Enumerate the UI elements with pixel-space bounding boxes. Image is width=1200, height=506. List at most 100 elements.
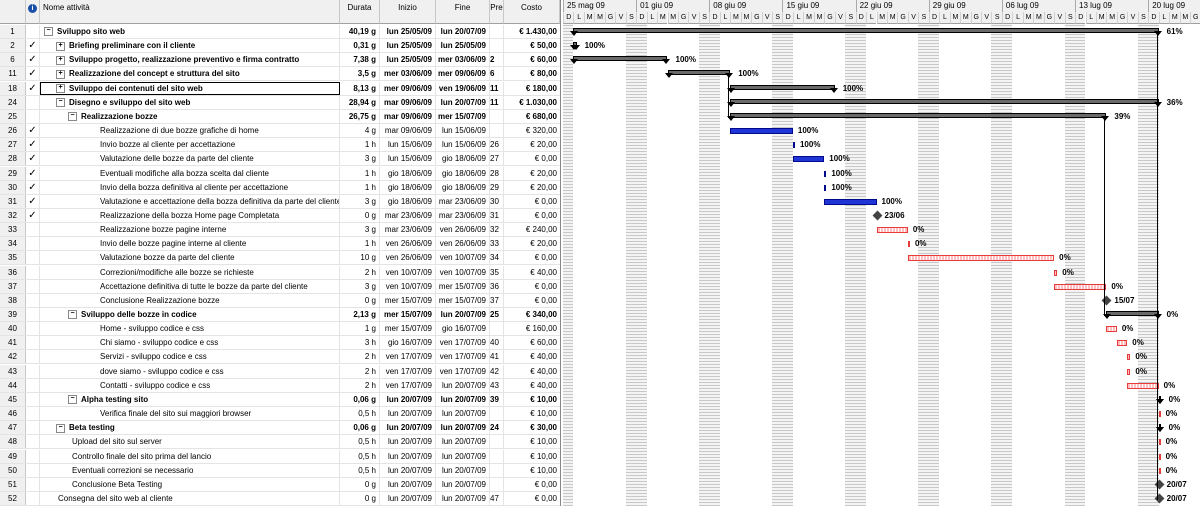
task-bar[interactable]: [792, 156, 825, 163]
task-row[interactable]: 35 Valutazione bozze da parte del cliente…: [0, 251, 560, 266]
task-row[interactable]: 18 ✓ + Sviluppo dei contenuti del sito web 8…: [0, 81, 560, 96]
row-id[interactable]: 35: [0, 251, 26, 265]
cost-cell[interactable]: € 30,00: [504, 421, 560, 434]
predecessor-cell[interactable]: 25: [490, 308, 504, 321]
collapse-icon[interactable]: −: [68, 395, 77, 405]
row-id[interactable]: 48: [0, 435, 26, 449]
finish-cell[interactable]: mar 23/06/09: [436, 208, 490, 222]
duration-cell[interactable]: 0,5 h: [340, 407, 380, 421]
task-row[interactable]: 50 Eventuali correzioni se necessario 0,5 …: [0, 463, 560, 478]
row-id[interactable]: 46: [0, 407, 26, 421]
collapse-icon[interactable]: −: [44, 27, 53, 37]
task-row[interactable]: 38 Conclusione Realizzazione bozze 0 g mer …: [0, 293, 560, 308]
task-row[interactable]: 43 dove siamo - sviluppo codice e css 2 hv…: [0, 364, 560, 379]
finish-cell[interactable]: ven 26/06/09: [436, 237, 490, 251]
task-row[interactable]: 11 ✓ + Realizzazione del concept e struttur…: [0, 67, 560, 82]
expand-icon[interactable]: +: [56, 41, 65, 51]
row-id[interactable]: 47: [0, 421, 26, 435]
start-cell[interactable]: lun 25/05/09: [380, 25, 436, 38]
finish-column-header[interactable]: Fine: [436, 0, 490, 24]
row-id[interactable]: 30: [0, 180, 26, 194]
task-bar[interactable]: [1054, 283, 1107, 290]
task-row[interactable]: 2 ✓ + Briefing preliminare con il cliente 0,…: [0, 39, 560, 54]
predecessor-cell[interactable]: 30: [490, 194, 504, 208]
duration-cell[interactable]: 3 g: [340, 152, 380, 166]
duration-cell[interactable]: 1 h: [340, 237, 380, 251]
row-id[interactable]: 36: [0, 265, 26, 279]
finish-cell[interactable]: mer 09/06/09: [436, 67, 490, 81]
row-id[interactable]: 44: [0, 378, 26, 392]
duration-cell[interactable]: 3 g: [340, 223, 380, 237]
predecessor-cell[interactable]: [490, 435, 504, 449]
cost-cell[interactable]: € 180,00: [504, 82, 560, 95]
predecessor-cell[interactable]: [490, 477, 504, 491]
finish-cell[interactable]: ven 17/07/09: [436, 364, 490, 378]
summary-bar[interactable]: [664, 70, 733, 79]
start-cell[interactable]: mar 09/06/09: [380, 124, 436, 138]
task-bar[interactable]: [1158, 467, 1161, 474]
task-name[interactable]: − Beta testing: [40, 421, 340, 435]
finish-cell[interactable]: ven 26/06/09: [436, 223, 490, 237]
finish-cell[interactable]: mar 23/06/09: [436, 194, 490, 208]
finish-cell[interactable]: lun 15/06/09: [436, 124, 490, 138]
start-cell[interactable]: mar 23/06/09: [380, 208, 436, 222]
start-cell[interactable]: mar 09/06/09: [380, 95, 436, 109]
predecessor-cell[interactable]: 35: [490, 265, 504, 279]
row-id[interactable]: 6: [0, 53, 26, 67]
task-bar[interactable]: [1127, 368, 1131, 375]
task-row[interactable]: 33 Realizzazione bozze pagine interne 3 gm…: [0, 223, 560, 238]
duration-cell[interactable]: 0,5 h: [340, 463, 380, 477]
task-bar[interactable]: [792, 142, 795, 149]
duration-cell[interactable]: 0,5 h: [340, 449, 380, 463]
task-bar[interactable]: [1116, 340, 1128, 347]
duration-cell[interactable]: 10 g: [340, 251, 380, 265]
predecessor-cell[interactable]: 42: [490, 364, 504, 378]
row-id[interactable]: 1: [0, 25, 26, 38]
task-name[interactable]: − Realizzazione bozze: [40, 109, 340, 123]
finish-cell[interactable]: lun 20/07/09: [436, 477, 490, 491]
duration-cell[interactable]: 3 h: [340, 336, 380, 350]
cost-column-header[interactable]: Costo: [504, 0, 560, 24]
row-id[interactable]: 37: [0, 279, 26, 293]
row-id[interactable]: 33: [0, 223, 26, 237]
collapse-icon[interactable]: −: [56, 98, 65, 108]
predecessor-cell[interactable]: 2: [490, 53, 504, 67]
duration-cell[interactable]: 7,38 g: [340, 53, 380, 67]
row-id[interactable]: 38: [0, 293, 26, 307]
task-row[interactable]: 30 ✓ Invio della bozza definitiva al clien…: [0, 180, 560, 195]
start-cell[interactable]: mar 09/06/09: [380, 109, 436, 123]
row-id[interactable]: 49: [0, 449, 26, 463]
cost-cell[interactable]: € 10,00: [504, 450, 560, 463]
task-bar[interactable]: [1158, 411, 1161, 418]
predecessor-cell[interactable]: 11: [490, 95, 504, 109]
row-id[interactable]: 29: [0, 166, 26, 180]
task-name[interactable]: Realizzazione della bozza Home page Comp…: [40, 208, 340, 222]
task-bar[interactable]: [824, 170, 827, 177]
finish-cell[interactable]: mer 03/06/09: [436, 53, 490, 67]
row-id[interactable]: 25: [0, 109, 26, 123]
duration-cell[interactable]: 3,5 g: [340, 67, 380, 81]
task-bar[interactable]: [730, 128, 793, 135]
duration-cell[interactable]: 0 g: [340, 491, 380, 505]
cost-cell[interactable]: € 80,00: [504, 67, 560, 80]
task-name[interactable]: Contatti - sviluppo codice e css: [40, 378, 340, 392]
task-name[interactable]: Accettazione definitiva di tutte le bozz…: [40, 279, 340, 293]
summary-bar[interactable]: [570, 42, 580, 51]
task-row[interactable]: 34 Invio delle bozze pagine interne al cl…: [0, 237, 560, 252]
predecessor-cell[interactable]: [490, 25, 504, 38]
row-id[interactable]: 39: [0, 308, 26, 321]
start-cell[interactable]: mer 15/07/09: [380, 322, 436, 336]
cost-cell[interactable]: € 10,00: [504, 407, 560, 420]
start-cell[interactable]: ven 17/07/09: [380, 350, 436, 364]
task-bar[interactable]: [1106, 326, 1117, 333]
task-name[interactable]: + Realizzazione del concept e struttura d…: [40, 67, 340, 81]
name-column-header[interactable]: Nome attività: [40, 0, 340, 24]
start-column-header[interactable]: Inizio: [380, 0, 436, 24]
finish-cell[interactable]: lun 20/07/09: [436, 407, 490, 421]
finish-cell[interactable]: lun 20/07/09: [436, 421, 490, 435]
task-row[interactable]: 48 Upload del sito sul server 0,5 h lun 20/…: [0, 435, 560, 450]
task-row[interactable]: 45− Alpha testing sito 0,06 g lun 20/07/09 l…: [0, 392, 560, 407]
predecessor-cell[interactable]: 33: [490, 237, 504, 251]
task-row[interactable]: 24− Disegno e sviluppo del sito web 28,94 …: [0, 95, 560, 110]
predecessor-cell[interactable]: 6: [490, 67, 504, 81]
